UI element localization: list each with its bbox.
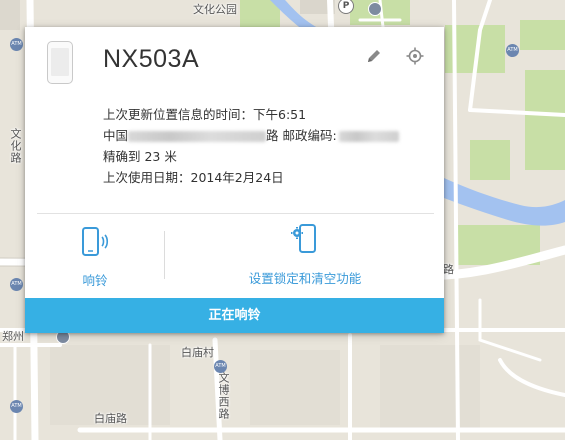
redacted-postcode: [338, 131, 399, 142]
map-label-baimiao-village: 白庙村: [181, 346, 214, 359]
address-prefix: 中国: [103, 128, 129, 143]
map-label-wenbo-west-road: 文博西路: [217, 372, 230, 420]
map-label-baimiao-road: 白庙路: [94, 412, 127, 425]
map-poi-icon[interactable]: [368, 2, 382, 16]
redacted-address: [128, 131, 267, 142]
device-address: 中国 路 邮政编码:: [103, 125, 399, 146]
atm-icon[interactable]: ATM: [10, 278, 23, 291]
lock-wipe-button[interactable]: 设置锁定和清空功能: [230, 224, 380, 287]
map-label-park: 文化公园: [193, 3, 237, 16]
device-info: 上次更新位置信息的时间：下午6:51 中国 路 邮政编码: 精确到 23 米 上次…: [103, 104, 399, 188]
ringing-status-button[interactable]: 正在响铃: [25, 298, 444, 333]
pencil-icon[interactable]: [365, 47, 383, 65]
phone-gear-icon: [291, 224, 316, 253]
ring-button[interactable]: 响铃: [70, 226, 120, 289]
address-mid: 路 邮政编码:: [266, 128, 337, 143]
atm-icon[interactable]: ATM: [10, 400, 23, 413]
device-name: NX503A: [103, 45, 200, 73]
atm-icon[interactable]: ATM: [506, 44, 519, 57]
actions-divider: [164, 231, 165, 279]
phone-ringing-icon: [82, 227, 109, 256]
map-label-road-suffix: 路: [443, 263, 454, 276]
device-info-card: NX503A 上次更新位置信息的时间：下午6:51 中国 路 邮政编码: 精确到 …: [25, 27, 444, 333]
last-used-date: 上次使用日期：2014年2月24日: [103, 170, 284, 185]
crosshair-icon[interactable]: [406, 47, 424, 65]
atm-icon[interactable]: ATM: [10, 38, 23, 51]
location-updated-time: 上次更新位置信息的时间：下午6:51: [103, 107, 307, 122]
atm-icon[interactable]: ATM: [214, 360, 227, 373]
device-phone-icon: [47, 41, 73, 84]
card-divider: [37, 213, 434, 214]
location-accuracy: 精确到 23 米: [103, 149, 177, 164]
ring-label: 响铃: [82, 273, 108, 288]
map-label-wenhua-road: 文化路: [9, 128, 22, 164]
lock-wipe-label: 设置锁定和清空功能: [248, 271, 362, 286]
map-label-zhengzhou: 郑州: [2, 330, 24, 343]
